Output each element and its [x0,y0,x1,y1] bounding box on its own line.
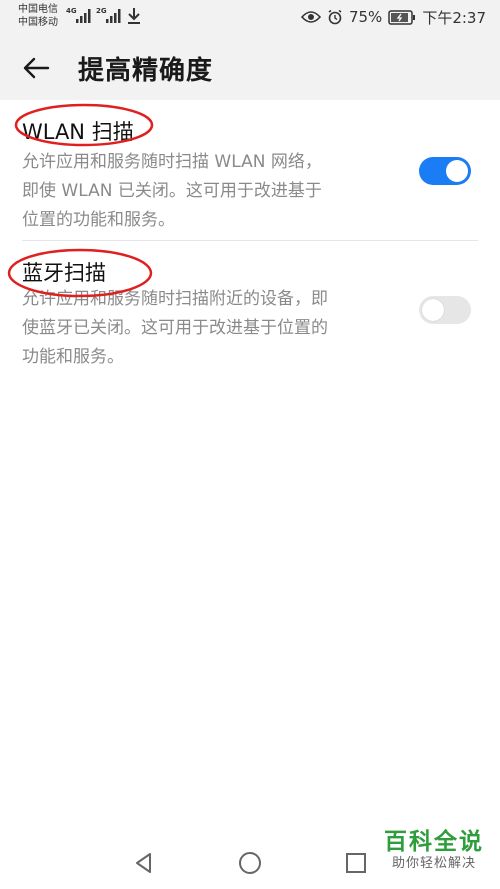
download-icon [128,8,140,24]
battery-icon [388,9,416,25]
battery-percent: 75% [348,8,383,26]
nav-recents-button[interactable] [343,850,369,876]
carrier-2: 中国移动 [18,17,58,28]
status-right: 75% 下午2:37 [300,6,486,28]
clock: 下午2:37 [422,8,486,27]
setting-wlan-scan[interactable]: WLAN 扫描 允许应用和服务随时扫描 WLAN 网络， 即使 WLAN 已关闭… [0,100,500,240]
description-line: 即使 WLAN 已关闭。这可用于改进基于 [22,181,322,201]
eye-comfort-icon [300,11,321,23]
watermark: 百科全说 助你轻松解决 [374,828,494,872]
back-button[interactable] [16,48,56,88]
alarm-icon [328,9,342,25]
toggle-knob [422,299,444,321]
signal-bars-icon [106,9,121,23]
description-line: 功能和服务。 [22,347,124,367]
setting-title: 蓝牙扫描 [22,261,106,285]
nav-home-button[interactable] [237,850,263,876]
description-line: 允许应用和服务随时扫描附近的设备，即 [22,289,328,309]
carrier-1: 中国电信 [18,4,58,15]
circle-home-icon [239,852,261,874]
nav-back-button[interactable] [131,850,157,876]
triangle-back-icon [136,853,151,873]
description-line: 允许应用和服务随时扫描 WLAN 网络， [22,152,322,172]
description-line: 使蓝牙已关闭。这可用于改进基于位置的 [22,318,328,338]
setting-description: 允许应用和服务随时扫描附近的设备，即 使蓝牙已关闭。这可用于改进基于位置的 功能… [22,285,402,372]
status-bar: 中国电信 中国移动 4G 2G 75% 下午2:37 [0,0,500,34]
carrier-labels: 中国电信 中国移动 [18,3,58,29]
setting-bluetooth-scan[interactable]: 蓝牙扫描 允许应用和服务随时扫描附近的设备，即 使蓝牙已关闭。这可用于改进基于位… [0,241,500,381]
setting-description: 允许应用和服务随时扫描 WLAN 网络， 即使 WLAN 已关闭。这可用于改进基… [22,148,402,235]
page-title: 提高精确度 [78,56,214,86]
arrow-left-icon [23,57,50,79]
bluetooth-scan-toggle[interactable] [419,296,471,324]
toggle-knob [446,160,468,182]
setting-title: WLAN 扫描 [22,120,134,144]
description-line: 位置的功能和服务。 [22,210,175,230]
watermark-title: 百科全说 [384,829,484,855]
app-bar: 提高精确度 [0,34,500,100]
wlan-scan-toggle[interactable] [419,157,471,185]
signal-bars-icon [76,9,91,23]
watermark-subtitle: 助你轻松解决 [391,856,476,871]
square-recents-icon [346,853,366,873]
